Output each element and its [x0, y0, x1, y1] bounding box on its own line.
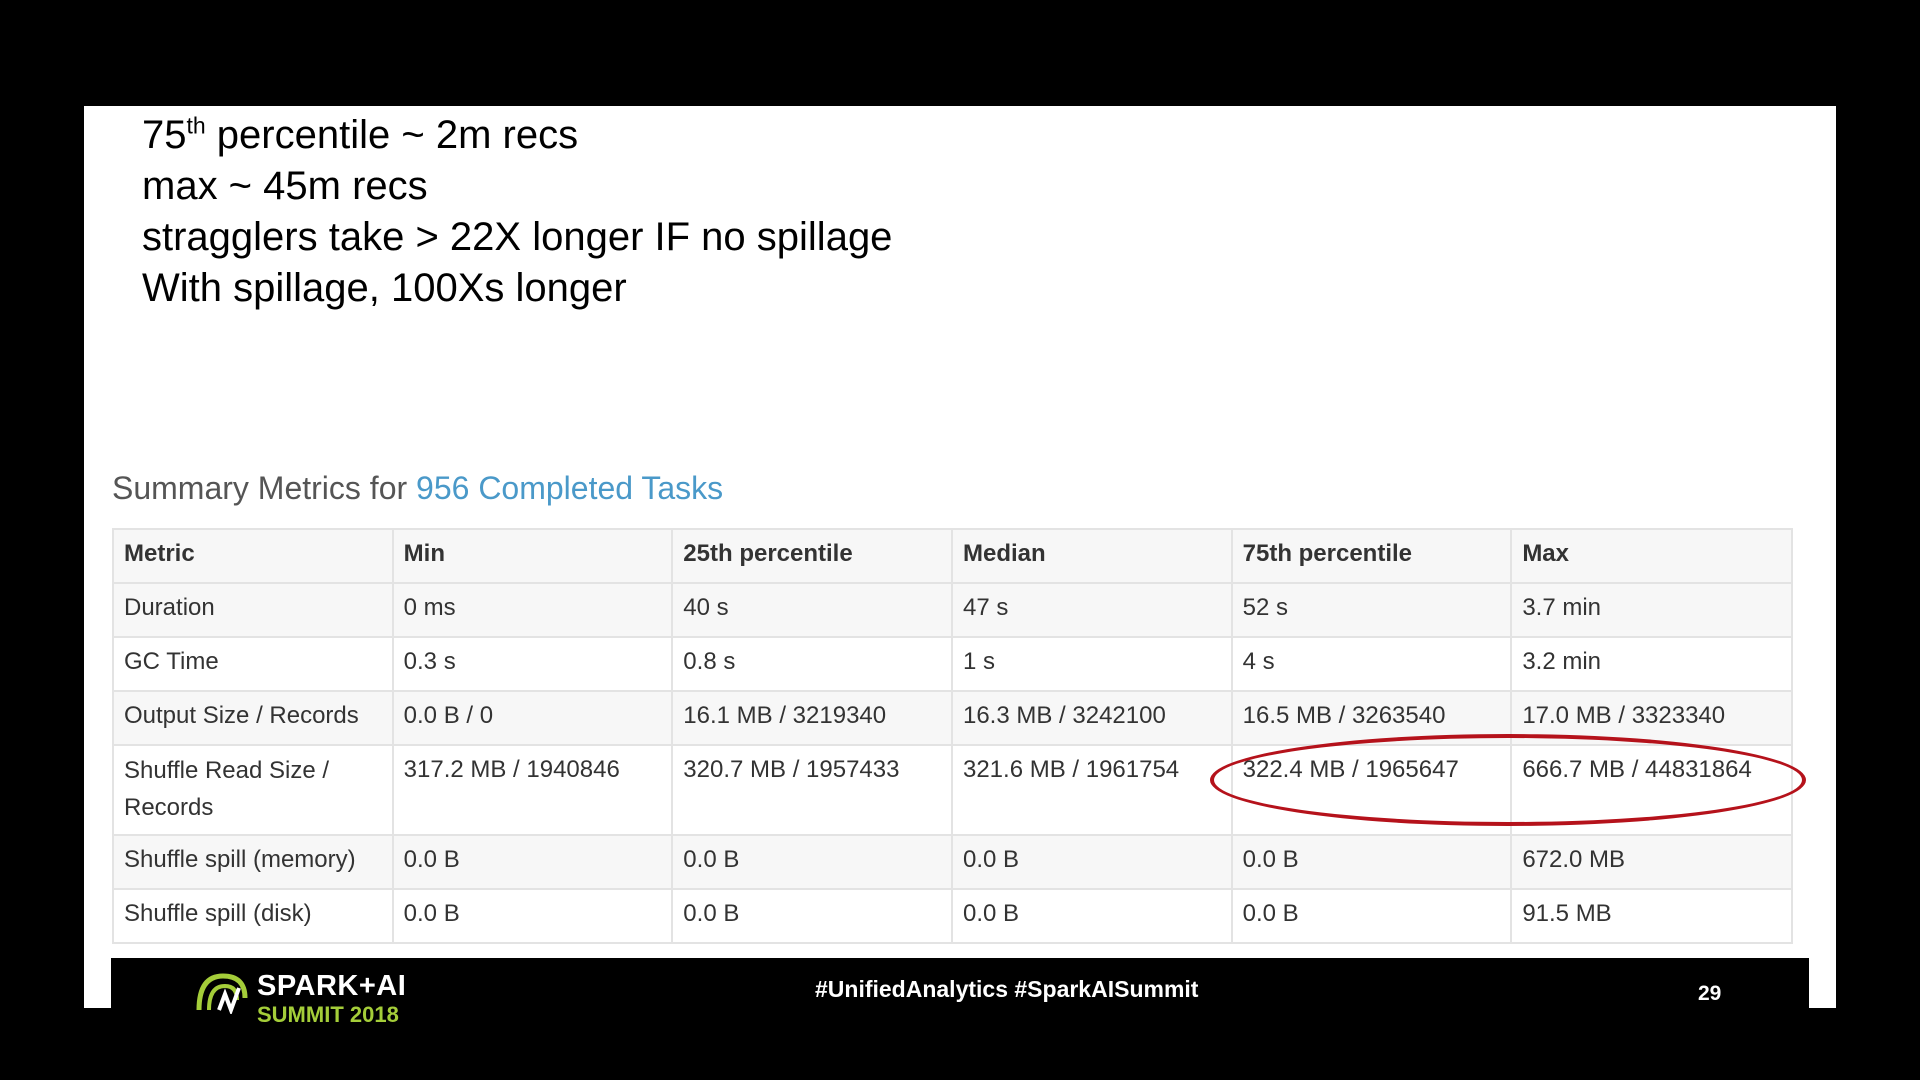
table-cell: 0.0 B [950, 888, 1233, 944]
table-cell: 317.2 MB / 1940846 [391, 744, 674, 836]
bullet-text: 75 [142, 113, 187, 157]
highlight-ellipse [1210, 734, 1806, 826]
table-cell: 1 s [950, 636, 1233, 692]
superscript: th [186, 112, 206, 139]
table-header-row: Metric Min 25th percentile Median 75th p… [112, 528, 1793, 584]
table-cell: 0.0 B [671, 888, 953, 944]
table-cell: 0.3 s [391, 636, 674, 692]
table-cell: 4 s [1230, 636, 1513, 692]
column-header[interactable]: Metric [112, 528, 394, 584]
column-header[interactable]: 25th percentile [671, 528, 953, 584]
page-number: 29 [1698, 982, 1722, 1005]
table-cell: 0.0 B [391, 888, 674, 944]
column-header[interactable]: Max [1510, 528, 1793, 584]
slide: 75th percentile ~ 2m recs max ~ 45m recs… [84, 106, 1836, 1008]
table-cell: GC Time [112, 636, 394, 692]
bullet-75th-percentile: 75th percentile ~ 2m recs [142, 110, 892, 161]
logo-subtext: SUMMIT 2018 [257, 1002, 399, 1027]
table-cell: 47 s [950, 582, 1233, 638]
table-cell: 0.0 B [671, 834, 953, 890]
table-row: Shuffle spill (disk) 0.0 B 0.0 B 0.0 B 0… [112, 888, 1793, 944]
table-cell: 0.0 B [1230, 834, 1513, 890]
table-cell: 0.0 B / 0 [391, 690, 674, 746]
table-cell: Shuffle spill (disk) [112, 888, 394, 944]
bullet-list: 75th percentile ~ 2m recs max ~ 45m recs… [142, 110, 892, 314]
table-cell: 0 ms [391, 582, 674, 638]
completed-tasks-link[interactable]: 956 Completed Tasks [416, 470, 723, 506]
table-cell: 3.7 min [1510, 582, 1793, 638]
bullet-spillage: With spillage, 100Xs longer [142, 266, 627, 310]
table-cell: 3.2 min [1510, 636, 1793, 692]
table-cell: Shuffle Read Size / Records [112, 744, 394, 836]
table-cell: 16.3 MB / 3242100 [950, 690, 1233, 746]
table-cell: Shuffle spill (memory) [112, 834, 394, 890]
logo-text: SPARK+AI [257, 970, 407, 1002]
bullet-stragglers: stragglers take > 22X longer IF no spill… [142, 215, 893, 259]
table-cell: 0.0 B [391, 834, 674, 890]
table-cell: 0.8 s [671, 636, 953, 692]
table-cell: 91.5 MB [1510, 888, 1793, 944]
table-cell: 0.0 B [950, 834, 1233, 890]
table-row: GC Time 0.3 s 0.8 s 1 s 4 s 3.2 min [112, 636, 1793, 692]
column-header[interactable]: Min [391, 528, 674, 584]
bullet-text: percentile ~ 2m recs [205, 113, 579, 157]
spark-logo-icon [196, 973, 248, 1014]
summary-heading-text: Summary Metrics for [112, 470, 417, 506]
table-cell: 0.0 B [1230, 888, 1513, 944]
table-row: Shuffle spill (memory) 0.0 B 0.0 B 0.0 B… [112, 834, 1793, 890]
hashtags: #UnifiedAnalytics #SparkAISummit [815, 976, 1199, 1002]
column-header[interactable]: 75th percentile [1230, 528, 1513, 584]
table-cell: 52 s [1230, 582, 1513, 638]
bullet-max: max ~ 45m recs [142, 164, 428, 208]
table-row: Duration 0 ms 40 s 47 s 52 s 3.7 min [112, 582, 1793, 638]
table-cell: 321.6 MB / 1961754 [950, 744, 1233, 836]
table-cell: 320.7 MB / 1957433 [671, 744, 953, 836]
table-cell: Duration [112, 582, 394, 638]
table-cell: 16.1 MB / 3219340 [671, 690, 953, 746]
summary-metrics-heading: Summary Metrics for 956 Completed Tasks [112, 470, 723, 507]
table-cell: 672.0 MB [1510, 834, 1793, 890]
column-header[interactable]: Median [950, 528, 1233, 584]
slide-footer: SPARK+AI SUMMIT 2018 #UnifiedAnalytics #… [111, 958, 1809, 1027]
table-cell: 40 s [671, 582, 953, 638]
table-cell: Output Size / Records [112, 690, 394, 746]
